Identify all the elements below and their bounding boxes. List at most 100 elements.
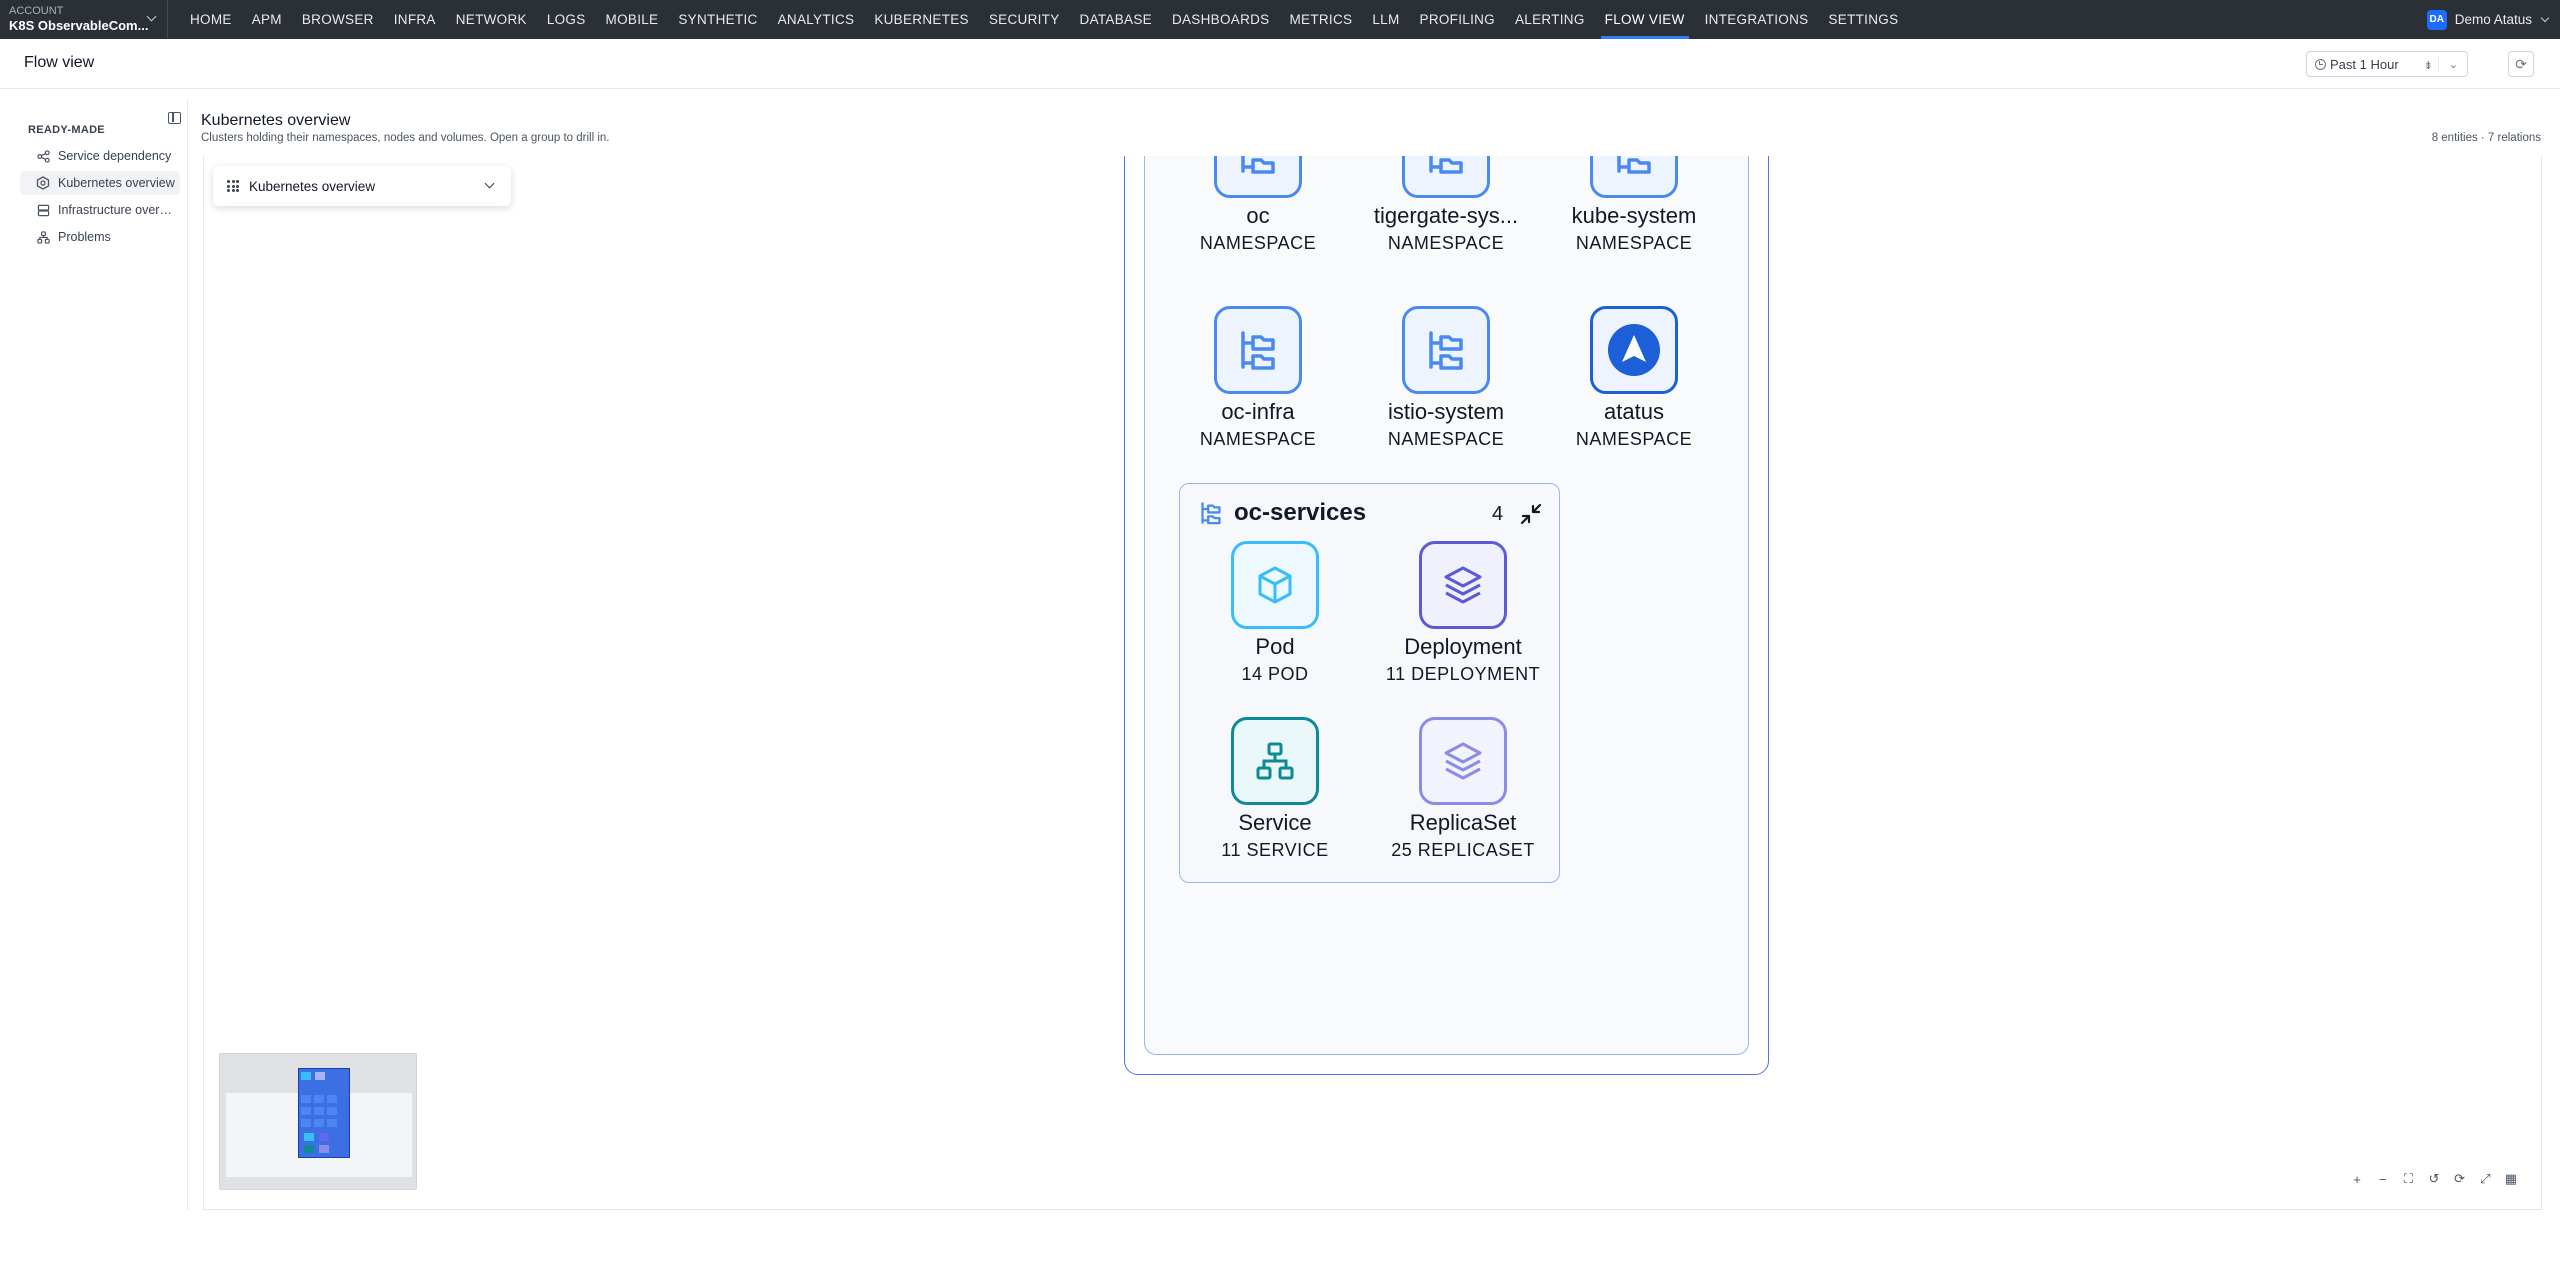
namespace-folder-tree-icon (1402, 156, 1490, 198)
nav-security[interactable]: SECURITY (979, 0, 1070, 39)
sidebar-item-label: Infrastructure overvi... (58, 203, 176, 217)
content-header: Kubernetes overview Clusters holding the… (201, 100, 2551, 156)
namespace-folder-tree-icon (1402, 306, 1490, 394)
node-name: Service (1238, 810, 1312, 835)
workload-node-deployment[interactable]: Deployment 11 DEPLOYMENT (1383, 541, 1543, 685)
time-range-picker[interactable]: Past 1 Hour ⇟ ⌄ (2306, 51, 2468, 77)
zoom-in-button[interactable]: + (2347, 1169, 2367, 1189)
chevron-down-icon (484, 178, 495, 189)
namespace-node[interactable]: istio-system NAMESPACE (1366, 306, 1526, 450)
page-header: Flow view Past 1 Hour ⇟ ⌄ ⟳ (0, 39, 2560, 89)
group-count: 4 (1492, 503, 1504, 525)
nav-llm[interactable]: LLM (1362, 0, 1409, 39)
node-name: ReplicaSet (1409, 810, 1517, 835)
chevron-down-icon (2540, 13, 2550, 23)
node-type: 11 SERVICE (1221, 840, 1329, 860)
sitemap-icon (1231, 717, 1319, 805)
nav-apm[interactable]: APM (242, 0, 292, 39)
node-type: NAMESPACE (1575, 233, 1693, 253)
clock-icon (2315, 58, 2326, 70)
nav-items: HOME APM BROWSER INFRA NETWORK LOGS MOBI… (180, 0, 1908, 39)
kubernetes-helm-icon (36, 176, 50, 190)
reset-button[interactable]: ↺ (2424, 1169, 2444, 1189)
workload-node-replicaset[interactable]: ReplicaSet 25 REPLICASET (1383, 717, 1543, 861)
nav-dashboards[interactable]: DASHBOARDS (1162, 0, 1280, 39)
nav-flow-view[interactable]: FLOW VIEW (1595, 0, 1695, 39)
flow-canvas[interactable]: Kubernetes overview oc NAMESPACE tigerga… (203, 156, 2542, 1210)
node-type: 14 POD (1241, 664, 1309, 684)
node-type: NAMESPACE (1199, 429, 1317, 449)
namespace-node[interactable]: oc NAMESPACE (1178, 156, 1338, 254)
sidebar-item-infrastructure-overview[interactable]: Infrastructure overvi... (20, 198, 180, 222)
namespace-node[interactable]: kube-system NAMESPACE (1554, 156, 1714, 254)
nav-logs[interactable]: LOGS (537, 0, 596, 39)
minimap[interactable] (219, 1053, 417, 1190)
sidebar-item-label: Kubernetes overview (58, 176, 175, 190)
view-title: Kubernetes overview (201, 112, 351, 129)
namespace-node[interactable]: oc-infra NAMESPACE (1178, 306, 1338, 450)
workload-node-service[interactable]: Service 11 SERVICE (1195, 717, 1355, 861)
node-type: NAMESPACE (1387, 233, 1505, 253)
node-type: NAMESPACE (1387, 429, 1505, 449)
grid-dots-icon (227, 180, 239, 192)
pin-icon[interactable]: ⇟ (2424, 59, 2433, 72)
nav-profiling[interactable]: PROFILING (1410, 0, 1505, 39)
account-label: ACCOUNT (9, 5, 64, 17)
node-name: Pod (1255, 634, 1295, 659)
nav-mobile[interactable]: MOBILE (596, 0, 669, 39)
workload-node-pod[interactable]: Pod 14 POD (1195, 541, 1355, 685)
zoom-out-button[interactable]: − (2373, 1169, 2393, 1189)
collapse-arrows-icon[interactable] (1518, 501, 1544, 532)
refresh-layout-button[interactable]: ⟳ (2450, 1169, 2470, 1189)
nav-metrics[interactable]: METRICS (1279, 0, 1362, 39)
cube-icon (1231, 541, 1319, 629)
nav-browser[interactable]: BROWSER (292, 0, 384, 39)
node-name: kube-system (1571, 203, 1697, 228)
graph-nodes-icon (36, 230, 50, 244)
user-name: Demo Atatus (2454, 12, 2532, 27)
chevron-down-icon[interactable]: ⌄ (2449, 58, 2458, 71)
node-name: Deployment (1404, 634, 1522, 659)
avatar: DA (2426, 9, 2447, 30)
minimap-toggle-button[interactable]: ▦ (2501, 1169, 2521, 1189)
node-name: oc-infra (1221, 399, 1295, 424)
expand-icon: ⤢ (2480, 1171, 2491, 1186)
server-stack-icon (36, 203, 50, 217)
sidebar-item-kubernetes-overview[interactable]: Kubernetes overview (20, 171, 180, 195)
sidebar-collapse-icon[interactable] (168, 112, 181, 124)
node-name: istio-system (1387, 399, 1505, 424)
nav-synthetic[interactable]: SYNTHETIC (668, 0, 767, 39)
sidebar-item-service-dependency[interactable]: Service dependency (20, 144, 180, 168)
namespace-node[interactable]: atatus NAMESPACE (1554, 306, 1714, 450)
namespace-folder-tree-icon (1198, 500, 1224, 531)
group-oc-services[interactable]: oc-services 4 Pod 14 POD Deployment 11 D… (1179, 483, 1560, 883)
nav-home[interactable]: HOME (180, 0, 242, 39)
nav-analytics[interactable]: ANALYTICS (768, 0, 865, 39)
page-title: Flow view (24, 54, 95, 71)
sidebar-item-problems[interactable]: Problems (20, 225, 180, 249)
fullscreen-button[interactable]: ⤢ (2475, 1169, 2495, 1189)
user-menu[interactable]: DA Demo Atatus (2426, 0, 2550, 39)
nav-database[interactable]: DATABASE (1070, 0, 1162, 39)
nav-alerting[interactable]: ALERTING (1505, 0, 1595, 39)
top-navigation-bar: ACCOUNT K8S ObservableCom... HOME APM BR… (0, 0, 2560, 39)
account-switcher[interactable]: ACCOUNT K8S ObservableCom... (0, 0, 168, 39)
namespace-folder-tree-icon (1214, 156, 1302, 198)
nav-kubernetes[interactable]: KUBERNETES (864, 0, 979, 39)
minimap-graph-preview (298, 1068, 350, 1158)
node-name: atatus (1604, 399, 1664, 424)
nav-infra[interactable]: INFRA (384, 0, 446, 39)
nav-network[interactable]: NETWORK (446, 0, 537, 39)
node-type: NAMESPACE (1575, 429, 1693, 449)
namespace-folder-tree-icon (1590, 156, 1678, 198)
sidebar-section-title: READY-MADE (28, 124, 105, 136)
refresh-button[interactable]: ⟳ (2508, 51, 2534, 77)
view-selector[interactable]: Kubernetes overview (213, 166, 511, 206)
nav-integrations[interactable]: INTEGRATIONS (1695, 0, 1819, 39)
divider (2438, 56, 2439, 72)
namespace-node[interactable]: tigergate-sys... NAMESPACE (1366, 156, 1526, 254)
fit-view-button[interactable]: ⛶ (2398, 1169, 2418, 1189)
node-name: tigergate-sys... (1373, 203, 1519, 228)
plus-icon: + (2353, 1171, 2361, 1187)
nav-settings[interactable]: SETTINGS (1818, 0, 1908, 39)
